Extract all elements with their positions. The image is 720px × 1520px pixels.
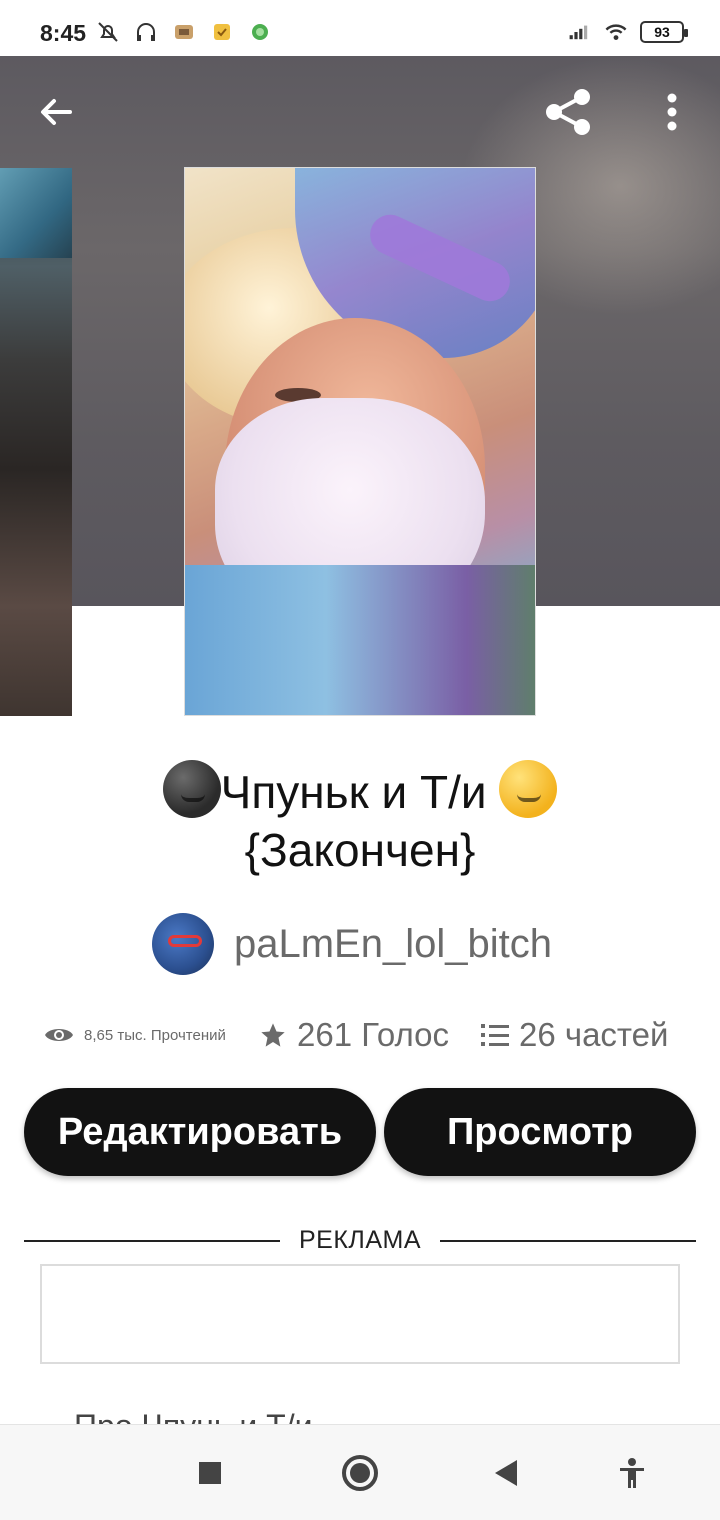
nav-back-button[interactable] — [480, 1447, 532, 1499]
edit-button[interactable]: Редактировать — [24, 1088, 376, 1176]
title-line-1: Чпуньк и Т/и — [220, 766, 487, 818]
circle-home-icon — [342, 1455, 378, 1491]
triangle-back-icon — [495, 1460, 517, 1486]
status-time: 8:45 — [40, 20, 87, 46]
smirk-emoji-icon — [499, 760, 558, 818]
reads-count: 8,65 тыс. Прочтений — [84, 1026, 226, 1044]
author-avatar[interactable] — [152, 913, 214, 975]
more-vertical-icon — [667, 93, 677, 131]
previous-story-cover[interactable] — [0, 168, 72, 716]
ad-label: РЕКЛАМА — [299, 1226, 421, 1254]
title-line-2: {Закончен} — [244, 824, 476, 876]
back-button[interactable] — [32, 88, 80, 136]
author-name[interactable]: paLmEn_lol_bitch — [234, 922, 552, 967]
author-row[interactable]: paLmEn_lol_bitch — [152, 912, 552, 976]
share-icon — [546, 89, 590, 135]
story-title: Чпуньк и Т/и {Закончен} — [0, 760, 720, 879]
battery-icon: 93 — [640, 21, 688, 43]
share-button[interactable] — [540, 84, 596, 140]
accessibility-icon — [620, 1458, 644, 1488]
eye-icon — [45, 1029, 73, 1041]
app-notification-icon — [172, 20, 196, 44]
story-stats: 8,65 тыс. Прочтений 261 Голос 26 частей — [44, 1010, 694, 1060]
app-notification-icon — [248, 20, 272, 44]
home-button[interactable] — [334, 1447, 386, 1499]
cover-art — [185, 565, 535, 715]
muted-bell-icon — [96, 20, 120, 44]
status-notification-icons — [96, 20, 272, 44]
reads-stat: 8,65 тыс. Прочтений — [44, 1024, 259, 1046]
smirk-dark-emoji-icon — [162, 760, 221, 818]
story-cover-image — [184, 167, 536, 716]
parts-count: 26 частей — [519, 1016, 669, 1053]
app-notification-icon — [210, 20, 234, 44]
status-bar: 8:45 93 — [0, 0, 720, 56]
votes-count: 261 Голос — [297, 1016, 449, 1053]
arrow-left-icon — [41, 99, 72, 125]
recents-button[interactable] — [184, 1447, 236, 1499]
signal-icon — [568, 20, 592, 44]
more-options-button[interactable] — [652, 88, 692, 136]
headphones-icon — [134, 20, 158, 44]
accessibility-button[interactable] — [606, 1447, 658, 1499]
ad-slot[interactable] — [40, 1264, 680, 1364]
votes-stat: 261 Голос — [259, 1016, 481, 1054]
system-nav-bar — [0, 1424, 720, 1520]
view-button[interactable]: Просмотр — [384, 1088, 696, 1176]
wifi-icon — [604, 20, 628, 44]
list-icon — [481, 1024, 509, 1046]
star-icon — [261, 1023, 285, 1047]
status-system-icons: 93 — [568, 20, 688, 44]
parts-stat: 26 частей — [481, 1016, 668, 1054]
square-recents-icon — [199, 1462, 221, 1484]
